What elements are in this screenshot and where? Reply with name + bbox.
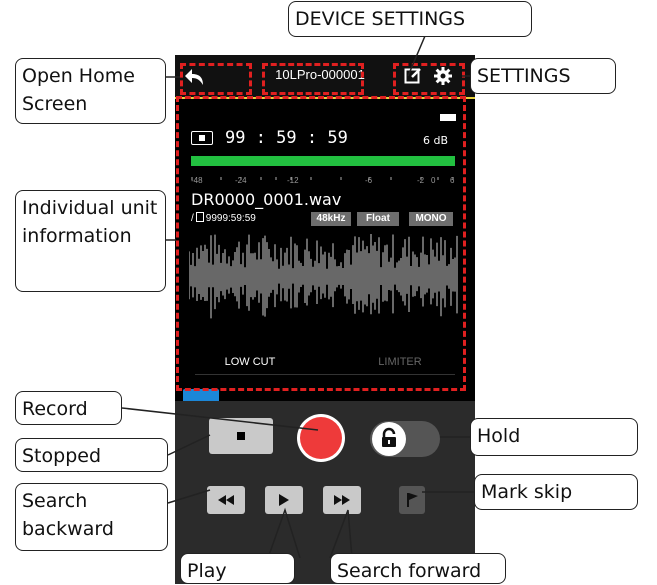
callout-play: Play [180,553,295,584]
callout-device-settings: DEVICE SETTINGS [288,1,532,37]
callout-search-backward: Search backward [15,483,168,551]
callout-hold: Hold [470,418,638,456]
stop-button[interactable] [209,418,273,454]
highlight-home [180,63,252,95]
highlight-device-name [262,63,364,95]
highlight-unit-info [176,96,466,391]
stop-icon [237,432,245,440]
callout-mark-skip: Mark skip [474,474,638,510]
search-backward-button[interactable] [207,486,245,514]
highlight-settings [393,63,465,95]
callout-stopped: Stopped [15,438,168,472]
lock-icon [372,422,406,456]
hold-toggle[interactable] [370,421,440,457]
mark-skip-button[interactable] [399,486,425,514]
callout-record: Record [15,391,122,425]
rewind-icon [218,495,234,505]
record-button[interactable] [297,414,345,462]
callout-search-forward: Search forward [330,553,506,584]
search-forward-button[interactable] [323,486,361,514]
record-icon [300,417,342,459]
flag-icon [407,493,418,507]
fast-forward-icon [334,495,350,505]
callout-settings: SETTINGS [470,58,616,94]
play-button[interactable] [265,486,303,514]
play-icon [279,494,289,506]
callout-unit-info: Individual unit information [15,190,166,292]
callout-open-home: Open Home Screen [15,58,166,124]
